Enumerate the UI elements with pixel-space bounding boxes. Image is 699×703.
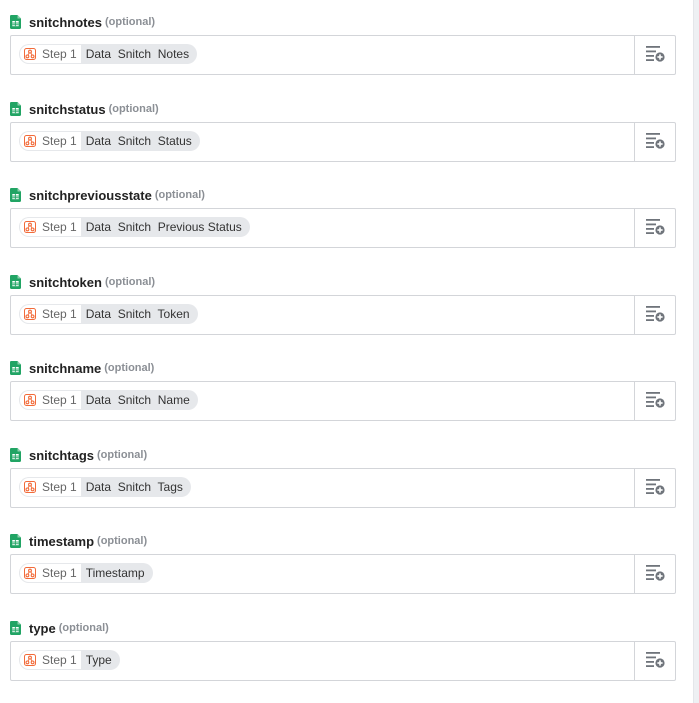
pill-value: Data Snitch Notes <box>85 47 190 61</box>
insert-field-button[interactable] <box>634 382 675 420</box>
google-sheets-icon <box>10 361 21 375</box>
optional-tag: (optional) <box>154 189 205 201</box>
insert-field-button[interactable] <box>634 642 675 680</box>
field-name: timestamp <box>29 533 95 549</box>
step-label: Step 1 <box>42 393 77 407</box>
step-app-icon <box>24 221 36 233</box>
insert-field-button[interactable] <box>634 296 675 334</box>
step-app-icon <box>24 48 36 60</box>
step-app-icon <box>24 135 36 147</box>
step-app-icon <box>24 481 36 493</box>
pill-step: Step 1 <box>19 44 81 64</box>
optional-tag: (optional) <box>104 276 156 288</box>
google-sheets-icon <box>10 621 21 635</box>
step-label: Step 1 <box>42 220 77 234</box>
step-app-icon <box>24 308 36 320</box>
insert-field-icon <box>644 216 666 241</box>
field-label: snitchname (optional) <box>10 359 154 377</box>
field-name: type <box>29 620 56 636</box>
pill-step: Step 1 <box>19 390 81 410</box>
pill-step: Step 1 <box>19 304 81 324</box>
insert-field-button[interactable] <box>634 555 675 593</box>
field-name: snitchtags <box>29 447 95 463</box>
field-name: snitchname <box>29 360 102 376</box>
pill-value: Data Snitch Previous Status <box>85 220 242 234</box>
step-label: Step 1 <box>42 47 77 61</box>
pill-step: Step 1 <box>19 217 81 237</box>
pill-step: Step 1 <box>19 563 81 583</box>
insert-field-icon <box>644 562 666 587</box>
pill-value: Data Snitch Name <box>85 393 190 407</box>
insert-field-icon <box>644 303 666 328</box>
insert-field-button[interactable] <box>634 469 675 507</box>
google-sheets-icon <box>10 275 21 289</box>
field-label: snitchstatus (optional) <box>10 100 159 118</box>
step-label: Step 1 <box>42 566 77 580</box>
pill-value: Data Snitch Token <box>85 307 190 321</box>
field-input[interactable]: Step 1 Data Snitch Notes <box>10 35 676 75</box>
pill-step: Step 1 <box>19 650 81 670</box>
insert-field-icon <box>644 476 666 501</box>
field-input[interactable]: Step 1 Data Snitch Status <box>10 122 676 162</box>
google-sheets-icon <box>10 102 21 116</box>
insert-field-icon <box>644 649 666 674</box>
field-input[interactable]: Step 1 Data Snitch Previous Status <box>10 208 676 248</box>
step-app-icon <box>24 567 36 579</box>
mapped-value-pill[interactable]: Step 1 Data Snitch Status <box>19 131 200 151</box>
mapped-value-pill[interactable]: Step 1 Timestamp <box>19 563 153 583</box>
pill-value: Data Snitch Status <box>85 134 192 148</box>
mapped-value-pill[interactable]: Step 1 Data Snitch Token <box>19 304 198 324</box>
insert-field-icon <box>644 389 666 414</box>
scrollbar-track[interactable] <box>693 0 699 703</box>
mapped-value-pill[interactable]: Step 1 Data Snitch Previous Status <box>19 217 250 237</box>
google-sheets-icon <box>10 534 21 548</box>
step-label: Step 1 <box>42 307 77 321</box>
field-name: snitchpreviousstate <box>29 187 152 203</box>
field-input[interactable]: Step 1 Data Snitch Token <box>10 295 676 335</box>
field-input[interactable]: Step 1 Type <box>10 641 676 681</box>
field-label: timestamp (optional) <box>10 532 147 550</box>
insert-field-button[interactable] <box>634 209 675 247</box>
field-name: snitchtoken <box>29 274 102 290</box>
insert-field-button[interactable] <box>634 36 675 74</box>
optional-tag: (optional) <box>108 103 159 115</box>
step-label: Step 1 <box>42 653 77 667</box>
field-input[interactable]: Step 1 Data Snitch Tags <box>10 468 676 508</box>
google-sheets-icon <box>10 15 21 29</box>
field-label: snitchnotes (optional) <box>10 13 155 31</box>
step-app-icon <box>24 654 36 666</box>
pill-value: Timestamp <box>85 566 145 580</box>
insert-field-icon <box>644 43 666 68</box>
field-name: snitchstatus <box>29 101 106 117</box>
pill-step: Step 1 <box>19 131 81 151</box>
optional-tag: (optional) <box>97 449 148 461</box>
field-name: snitchnotes <box>29 14 102 30</box>
insert-field-icon <box>644 130 666 155</box>
pill-value: Data Snitch Tags <box>85 480 183 494</box>
google-sheets-icon <box>10 448 21 462</box>
field-label: snitchtoken (optional) <box>10 273 155 291</box>
mapped-value-pill[interactable]: Step 1 Type <box>19 650 120 670</box>
mapped-value-pill[interactable]: Step 1 Data Snitch Tags <box>19 477 191 497</box>
field-label: snitchpreviousstate (optional) <box>10 186 205 204</box>
optional-tag: (optional) <box>104 362 155 374</box>
mapped-value-pill[interactable]: Step 1 Data Snitch Notes <box>19 44 198 64</box>
optional-tag: (optional) <box>58 622 109 634</box>
field-input[interactable]: Step 1 Timestamp <box>10 554 676 594</box>
google-sheets-icon <box>10 188 21 202</box>
pill-step: Step 1 <box>19 477 81 497</box>
field-input[interactable]: Step 1 Data Snitch Name <box>10 381 676 421</box>
field-label: snitchtags (optional) <box>10 446 147 464</box>
step-app-icon <box>24 394 36 406</box>
field-label: type (optional) <box>10 619 109 637</box>
optional-tag: (optional) <box>97 535 148 547</box>
mapped-value-pill[interactable]: Step 1 Data Snitch Name <box>19 390 198 410</box>
optional-tag: (optional) <box>104 16 156 28</box>
pill-value: Type <box>85 653 112 667</box>
step-label: Step 1 <box>42 134 77 148</box>
step-label: Step 1 <box>42 480 77 494</box>
insert-field-button[interactable] <box>634 123 675 161</box>
